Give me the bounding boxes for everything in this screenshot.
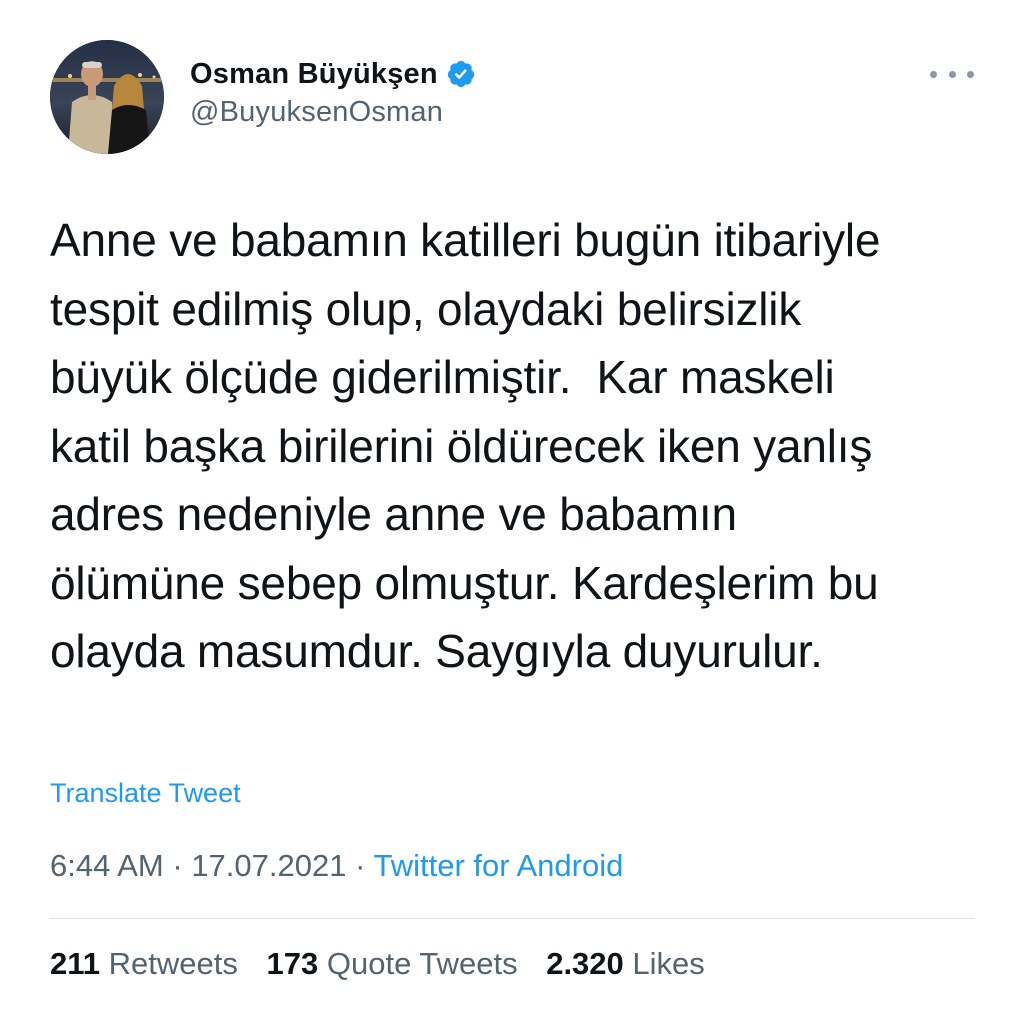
dot — [948, 70, 956, 78]
meta-separator: · — [172, 848, 192, 883]
retweets-stat[interactable]: 211 Retweets — [50, 946, 238, 981]
avatar[interactable] — [50, 40, 164, 154]
likes-stat[interactable]: 2.320 Likes — [546, 946, 705, 981]
tweet-card: Osman Büyükşen @BuyuksenOsman Anne ve ba… — [0, 0, 1024, 1010]
tweet-time[interactable]: 6:44 AM — [50, 848, 164, 883]
engagement-stats: 211 Retweets 173 Quote Tweets 2.320 Like… — [50, 946, 725, 982]
verified-badge-icon — [446, 59, 476, 89]
translate-tweet-link[interactable]: Translate Tweet — [50, 778, 241, 809]
more-horizontal-icon[interactable] — [930, 62, 974, 86]
quote-tweets-stat[interactable]: 173 Quote Tweets — [267, 946, 518, 981]
quote-tweets-label: Quote Tweets — [326, 946, 518, 981]
name-row: Osman Büyükşen — [190, 54, 476, 94]
retweets-label: Retweets — [108, 946, 238, 981]
tweet-date[interactable]: 17.07.2021 — [191, 848, 346, 883]
meta-separator: · — [355, 848, 374, 883]
divider — [50, 918, 974, 919]
dot — [930, 70, 937, 78]
tweet-text: Anne ve babamın katilleri bugün itibariy… — [50, 214, 881, 677]
profile-photo — [50, 40, 164, 154]
quote-tweets-count: 173 — [266, 946, 319, 981]
tweet-meta: 6:44 AM · 17.07.2021 · Twitter for Andro… — [50, 848, 623, 884]
likes-count: 2.320 — [546, 946, 624, 981]
display-name[interactable]: Osman Büyükşen — [190, 58, 438, 91]
likes-label: Likes — [632, 946, 705, 981]
tweet-source-link[interactable]: Twitter for Android — [373, 848, 623, 883]
retweets-count: 211 — [50, 946, 101, 981]
dot — [967, 70, 974, 78]
user-handle[interactable]: @BuyuksenOsman — [190, 96, 443, 129]
